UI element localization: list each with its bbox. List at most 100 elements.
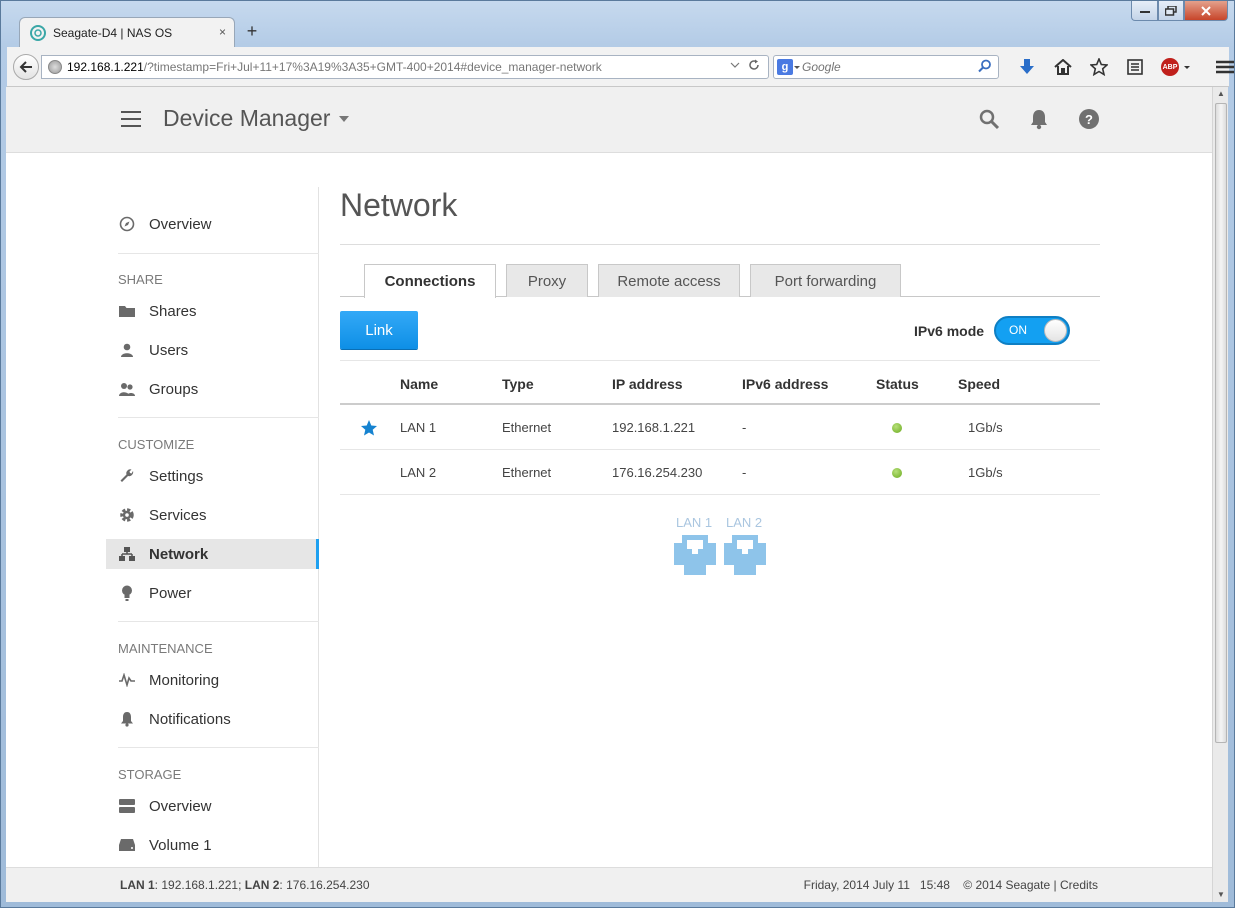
sidebar-divider [118,417,319,418]
app-title[interactable]: Device Manager [163,105,330,132]
port-diagram: LAN 1 LAN 2 [670,515,780,585]
sidebar-item-volume-1[interactable]: Volume 1 [106,830,319,860]
sidebar-item-label: Overview [149,215,212,233]
reload-icon[interactable] [748,59,760,71]
tab-port-forwarding[interactable]: Port forwarding [750,264,901,297]
sidebar-item-label: Settings [149,467,204,485]
search-icon[interactable] [978,59,992,73]
back-button[interactable] [13,54,39,80]
sidebar-item-services[interactable]: Services [106,500,319,530]
dropdown-arrow-icon[interactable] [730,59,740,71]
compass-icon [118,215,136,233]
ipv6-mode-label: IPv6 mode [914,323,985,339]
server-icon [118,797,136,815]
footer-lan1-label: LAN 1 [120,878,155,892]
sidebar-item-shares[interactable]: Shares [106,296,319,326]
tab-close-icon[interactable]: × [219,25,226,39]
menu-button[interactable] [1207,55,1235,79]
table-row[interactable]: LAN 2 Ethernet 176.16.254.230 - 1Gb/s [340,450,1100,495]
column-header-ip[interactable]: IP address [612,361,683,406]
title-divider [340,244,1100,245]
sidebar-section-storage: STORAGE [118,767,182,782]
sidebar-item-network[interactable]: Network [106,539,319,569]
column-header-name[interactable]: Name [400,361,438,406]
close-window-button[interactable] [1184,1,1228,21]
header-help-button[interactable]: ? [1077,107,1101,131]
tab-remote-access[interactable]: Remote access [598,264,740,297]
vertical-scrollbar[interactable]: ▲ ▼ [1212,87,1228,902]
header-notifications-button[interactable] [1027,107,1051,131]
sidebar-item-label: Services [149,506,207,524]
footer-lan-info: LAN 1: 192.168.1.221; LAN 2: 176.16.254.… [120,878,370,892]
sidebar-section-maintenance: MAINTENANCE [118,641,213,656]
sidebar-item-notifications[interactable]: Notifications [106,704,319,734]
search-engine-selector[interactable]: g [774,56,802,78]
column-header-status[interactable]: Status [876,361,919,406]
hard-drive-icon [118,836,136,854]
adblock-dropdown-icon [1184,66,1190,69]
bookmarks-list-icon [1127,59,1143,75]
bookmarks-menu-button[interactable] [1117,55,1153,79]
sidebar-item-overview[interactable]: Overview [106,209,319,239]
downloads-button[interactable] [1009,55,1045,79]
cell-type: Ethernet [502,465,552,480]
pulse-icon [118,671,136,689]
sidebar-item-power[interactable]: Power [106,578,319,608]
bookmark-star-button[interactable] [1081,55,1117,79]
home-button[interactable] [1045,55,1081,79]
footer-lan2-value: : 176.16.254.230 [279,878,370,892]
scroll-up-icon[interactable]: ▲ [1213,87,1229,101]
scroll-thumb[interactable] [1215,103,1227,743]
tab-title: Seagate-D4 | NAS OS [53,25,173,40]
star-outline-icon [1090,58,1108,76]
port-label-lan2: LAN 2 [726,515,763,530]
header-search-button[interactable] [977,107,1001,131]
ipv6-mode-toggle[interactable]: ON [994,316,1070,345]
restore-icon [1165,5,1177,16]
cell-name: LAN 1 [400,420,437,435]
footer-right: Friday, 2014 July 11 15:48 © 2014 Seagat… [804,878,1098,892]
globe-icon [48,60,62,74]
sidebar-item-groups[interactable]: Groups [106,374,319,404]
sidebar-section-share: SHARE [118,272,163,287]
column-header-ipv6[interactable]: IPv6 address [742,361,828,406]
sidebar-item-label: Monitoring [149,671,220,689]
sidebar-item-users[interactable]: Users [106,335,319,365]
new-tab-button[interactable]: + [243,21,261,41]
search-bar[interactable]: g [773,55,999,79]
network-tabs: Connections Proxy Remote access Port for… [340,264,1100,298]
url-bar[interactable]: 192.168.1.221 /?timestamp=Fri+Jul+11+17%… [41,55,769,79]
sidebar-item-label: Shares [149,302,197,320]
browser-tab[interactable]: Seagate-D4 | NAS OS × [19,17,235,47]
footer-lan2-label: LAN 2 [244,878,280,892]
link-button[interactable]: Link [340,311,418,349]
column-header-type[interactable]: Type [502,361,534,406]
gear-icon [118,506,136,524]
hamburger-menu-icon[interactable] [121,111,141,127]
footer-copyright[interactable]: © 2014 Seagate | Credits [963,878,1098,892]
help-icon: ? [1079,109,1099,129]
bell-icon [1031,110,1047,130]
sidebar-item-settings[interactable]: Settings [106,461,319,491]
sidebar-item-monitoring[interactable]: Monitoring [106,665,319,695]
status-footer: LAN 1: 192.168.1.221; LAN 2: 176.16.254.… [6,867,1212,902]
toggle-state: ON [1009,323,1027,337]
table-row[interactable]: LAN 1 Ethernet 192.168.1.221 - 1Gb/s [340,405,1100,450]
sidebar-section-customize: CUSTOMIZE [118,437,195,452]
app-title-dropdown-icon[interactable] [339,116,349,122]
scroll-down-icon[interactable]: ▼ [1213,888,1229,902]
minimize-button[interactable] [1131,1,1158,21]
port-label-lan1: LAN 1 [676,515,713,530]
engine-dropdown-icon [794,66,800,69]
sidebar-item-label: Users [149,341,189,359]
search-input[interactable] [802,60,972,74]
column-header-speed[interactable]: Speed [958,361,1000,406]
footer-datetime: Friday, 2014 July 11 15:48 [803,878,950,892]
ethernet-port-lan2-icon [724,535,766,575]
sidebar-item-storage-overview[interactable]: Overview [106,791,319,821]
maximize-button[interactable] [1158,1,1184,21]
tab-connections[interactable]: Connections [364,264,496,298]
adblock-button[interactable]: ABP [1153,55,1199,79]
back-arrow-icon [19,61,32,73]
tab-proxy[interactable]: Proxy [506,264,588,297]
